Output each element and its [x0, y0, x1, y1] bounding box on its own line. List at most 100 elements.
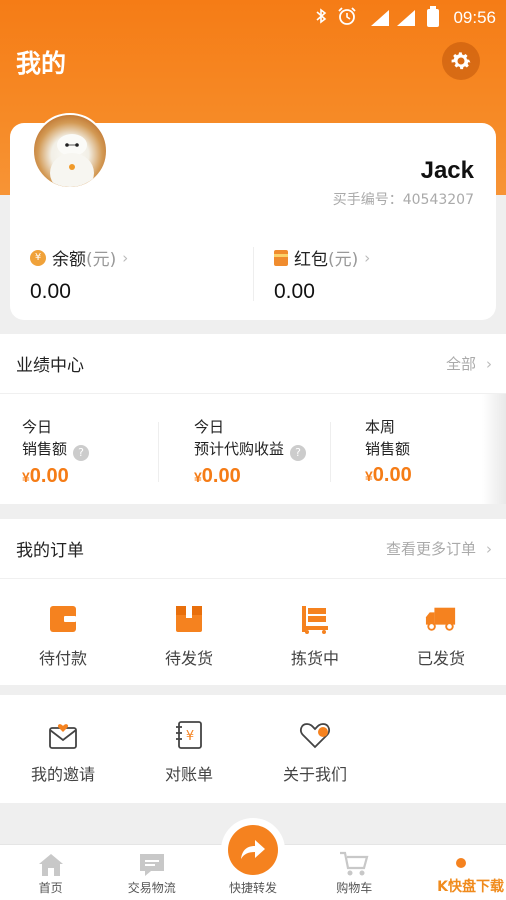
section-title: 业绩中心 [16, 356, 84, 376]
notification-dot [456, 858, 466, 868]
performance-header: 业绩中心 全部 › [0, 334, 506, 394]
invitation-icon [47, 719, 79, 751]
section-title: 我的订单 [16, 541, 84, 561]
help-icon[interactable]: ? [73, 445, 90, 461]
package-icon [173, 603, 205, 635]
help-icon[interactable]: ? [290, 445, 307, 461]
page-title: 我的 [16, 49, 67, 78]
message-icon [139, 854, 164, 876]
chevron-right-icon: › [122, 248, 129, 267]
redpack-label: 红包 [294, 250, 328, 270]
order-status-label: 待付款 [38, 649, 87, 668]
tab-transactions[interactable]: 交易物流 [101, 845, 202, 900]
service-statement[interactable]: ¥ 对账单 [126, 695, 252, 803]
perf-value: 0.00 [29, 465, 69, 487]
service-about[interactable]: 关于我们 [252, 695, 378, 803]
truck-icon [425, 603, 457, 635]
tab-home[interactable]: 首页 [0, 845, 101, 900]
more-orders-link[interactable]: 查看更多订单 › [386, 538, 492, 559]
order-status-pending-payment[interactable]: 待付款 [0, 579, 126, 685]
redpack-entry[interactable]: 红包 (元) › 0.00 [274, 245, 474, 305]
perf-value: 0.00 [201, 465, 241, 487]
tab-label: 首页 [38, 881, 63, 895]
services-section: 我的邀请 ¥ 对账单 关于我们 [0, 695, 506, 803]
perf-line2: 预计代购收益 [194, 440, 285, 458]
bluetooth-icon [315, 7, 327, 29]
perf-line1: 本周 [365, 418, 396, 436]
settings-button[interactable] [442, 42, 480, 80]
perf-item[interactable]: 今日 预计代购收益? ¥0.00 [194, 416, 307, 488]
divider [253, 247, 254, 301]
service-label: 对账单 [164, 765, 213, 784]
red-envelope-icon [274, 249, 288, 266]
balance-entry[interactable]: ¥ 余额 (元) › 0.00 [30, 245, 230, 305]
currency-symbol: ¥ [194, 469, 202, 485]
order-status-row: 待付款 待发货 拣货中 已发货 [0, 579, 506, 685]
profile-card: Jack 买手编号：40543207 ¥ 余额 (元) › 0.00 红包 (元) … [10, 113, 496, 320]
perf-line2: 销售额 [22, 440, 68, 458]
redpack-value: 0.00 [274, 280, 315, 303]
currency-symbol: ¥ [22, 469, 30, 485]
status-time: 09:56 [453, 8, 496, 27]
heart-icon [299, 719, 331, 751]
order-status-label: 待发货 [164, 649, 213, 668]
chevron-right-icon: › [486, 355, 492, 373]
chevron-right-icon: › [486, 540, 492, 558]
buyer-id-value: 40543207 [402, 192, 474, 208]
watermark: K快盘下载 [437, 876, 504, 896]
perf-line1: 今日 [22, 418, 53, 436]
order-status-shipped[interactable]: 已发货 [378, 579, 504, 685]
link-label: 查看更多订单 [385, 540, 476, 558]
perf-value: 0.00 [372, 464, 412, 486]
chevron-right-icon: › [364, 248, 371, 267]
user-name: Jack [420, 157, 474, 184]
redpack-unit: (元) [328, 250, 359, 270]
status-bar: 09:56 [0, 0, 506, 32]
buyer-id: 买手编号：40543207 [333, 189, 474, 209]
order-status-label: 已发货 [416, 649, 465, 668]
home-icon [38, 854, 63, 876]
share-icon [241, 840, 265, 859]
order-status-pending-ship[interactable]: 待发货 [126, 579, 252, 685]
svg-text:¥: ¥ [186, 729, 194, 744]
orders-header: 我的订单 查看更多订单 › [0, 519, 506, 579]
quick-forward-button[interactable] [221, 818, 285, 882]
coin-icon: ¥ [30, 249, 46, 266]
avatar[interactable] [32, 113, 108, 189]
watermark-text: K快盘下载 [437, 879, 504, 895]
performance-row: 今日 销售额? ¥0.00 今日 预计代购收益? ¥0.00 本周 销售额 ¥0… [0, 394, 506, 504]
scroll-fade [482, 394, 506, 504]
perf-line1: 今日 [194, 418, 225, 436]
tab-cart[interactable]: 购物车 [304, 845, 405, 900]
order-status-label: 拣货中 [290, 649, 339, 668]
balance-value: 0.00 [30, 280, 71, 303]
cart-icon [340, 851, 369, 876]
service-label: 关于我们 [282, 765, 347, 784]
gear-icon [451, 52, 471, 70]
divider [330, 422, 331, 482]
performance-all-link[interactable]: 全部 › [446, 353, 492, 374]
perf-item[interactable]: 本周 销售额 ¥0.00 [365, 416, 412, 487]
services-row: 我的邀请 ¥ 对账单 关于我们 [0, 695, 506, 803]
balance-label: 余额 [52, 250, 86, 270]
performance-section: 业绩中心 全部 › 今日 销售额? ¥0.00 今日 预计代购收益? ¥0.00 … [0, 334, 506, 504]
currency-symbol: ¥ [365, 468, 373, 484]
orders-section: 我的订单 查看更多订单 › 待付款 待发货 拣货中 已发货 [0, 519, 506, 685]
battery-icon [427, 6, 440, 27]
perf-item[interactable]: 今日 销售额? ¥0.00 [22, 416, 90, 488]
signal-icon [367, 10, 390, 26]
link-label: 全部 [445, 355, 476, 373]
wallet-icon [47, 603, 79, 635]
statement-icon: ¥ [173, 719, 205, 751]
balance-unit: (元) [86, 250, 117, 270]
service-label: 我的邀请 [30, 765, 95, 784]
tab-label: 交易物流 [127, 881, 176, 895]
perf-line2: 销售额 [365, 440, 411, 458]
buyer-id-label: 买手编号： [332, 192, 403, 208]
signal-icon [397, 10, 417, 26]
cart-picking-icon [299, 603, 331, 635]
order-status-picking[interactable]: 拣货中 [252, 579, 378, 685]
divider [158, 422, 159, 482]
alarm-icon [337, 6, 357, 30]
service-invitation[interactable]: 我的邀请 [0, 695, 126, 803]
